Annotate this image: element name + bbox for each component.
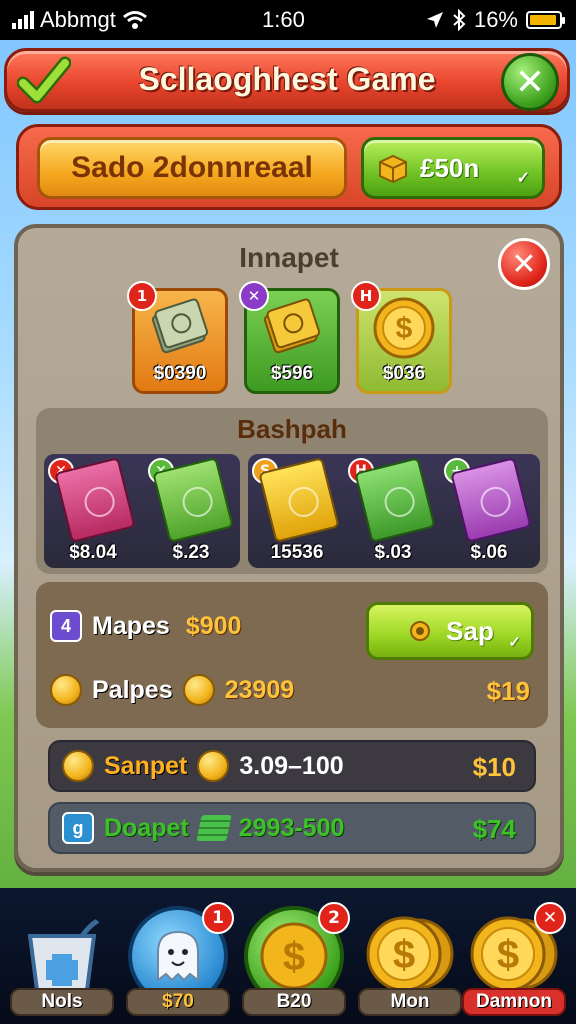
offer-price: $10 — [472, 752, 516, 782]
gear-icon — [410, 621, 431, 641]
game-title: Scllaoghhest Game — [138, 61, 436, 97]
nav-item-diamond[interactable]: $ ✕ Damnon — [458, 898, 570, 1018]
nav-label: Nols — [10, 988, 114, 1016]
cash-stack-icon — [151, 298, 209, 354]
stat-value: 23909 — [224, 675, 295, 704]
item-group: ✕ $8.04 ✕ $.23 — [44, 454, 240, 568]
stats-box: 4 Mapes $900 Sap ✓ Palpes 23909 $19 — [36, 582, 548, 728]
nav-label: Damnon — [462, 988, 566, 1016]
carrier-info: Abbmgt — [12, 7, 148, 33]
panel-close-button[interactable]: ✕ — [498, 238, 550, 290]
offer-row[interactable]: g Doapet 2993-500 $74 — [48, 802, 536, 854]
shop-card[interactable]: ✕ $596 — [239, 281, 340, 394]
nav-item-tools[interactable]: Nols — [6, 898, 118, 1018]
offer-label: Sanpet — [104, 751, 188, 780]
coin-icon — [182, 674, 215, 706]
offer-label: Doapet — [104, 813, 189, 842]
action-button-label: Sap — [446, 615, 494, 646]
stat-label: Mapes — [92, 611, 170, 640]
g-badge: g — [62, 812, 94, 844]
stat-value: $900 — [185, 611, 242, 640]
signal-icon — [12, 11, 34, 29]
cash-stack-icon — [263, 298, 321, 354]
card-badge: H — [351, 281, 381, 311]
cash-icon[interactable] — [54, 457, 136, 543]
wifi-icon — [122, 11, 147, 29]
title-bar: Scllaoghhest Game ✕ — [4, 48, 570, 112]
nav-label: Mon — [358, 988, 462, 1016]
svg-text:$: $ — [497, 933, 519, 977]
cash-icon[interactable] — [152, 457, 234, 543]
cash-icon[interactable] — [258, 457, 340, 543]
close-button[interactable]: ✕ — [501, 53, 559, 111]
svg-text:$: $ — [283, 935, 305, 979]
offer-price: $74 — [472, 814, 516, 844]
count-badge: 4 — [50, 610, 82, 642]
location-icon — [426, 12, 443, 28]
coin-icon — [197, 750, 230, 782]
cash-stack-icon — [195, 815, 232, 841]
clock: 1:60 — [262, 7, 305, 32]
promo-button[interactable]: Sado 2donnreaal — [37, 137, 347, 199]
bundle-section: Bashpah ✕ $8.04 ✕ $.23 S 15536 H $.03 + … — [36, 408, 548, 574]
action-button[interactable]: Sap ✓ — [366, 602, 534, 660]
card-badge: 1 — [127, 281, 157, 311]
shop-card[interactable]: 1 $0390 — [127, 281, 228, 394]
cash-icon[interactable] — [450, 457, 532, 543]
coin-icon — [62, 750, 94, 782]
item-price: $.23 — [172, 542, 210, 563]
nav-label: $70 — [126, 988, 230, 1016]
item-group: S 15536 H $.03 + $.06 — [248, 454, 540, 568]
crate-icon — [379, 154, 407, 184]
svg-text:$: $ — [396, 312, 413, 345]
dollar-coin-icon: $ — [373, 297, 435, 359]
status-bar: Abbmgt 1:60 16% — [0, 0, 576, 40]
close-icon: ✕ — [511, 246, 537, 282]
item-price: $8.04 — [69, 542, 117, 563]
section-title: Bashpah — [237, 414, 347, 444]
stat-row: Palpes 23909 — [50, 674, 294, 706]
offer-value: 2993-500 — [238, 813, 345, 842]
shop-card[interactable]: $ H $036 — [351, 281, 452, 394]
svg-text:$: $ — [393, 933, 415, 977]
stat-label: Palpes — [92, 675, 173, 704]
card-badge: ✕ — [239, 281, 269, 311]
nav-label: B20 — [242, 988, 346, 1016]
bluetooth-icon — [453, 9, 466, 31]
stat-price: $19 — [486, 676, 530, 706]
bottom-nav: Nols 1 $70 $ 2 B20 $ Mon $ ✕ Damnon — [0, 888, 576, 1024]
card-price: $036 — [382, 363, 426, 384]
close-icon: ✕ — [514, 61, 546, 103]
coin-icon — [50, 674, 82, 706]
offer-row[interactable]: Sanpet 3.09–100 $10 — [48, 740, 536, 792]
cash-icon[interactable] — [354, 457, 436, 543]
carrier-name: Abbmgt — [40, 7, 116, 32]
shop-panel: Innapet ✕ 1 $0390 ✕ $596 $ H $036 Bashpa… — [14, 224, 564, 872]
nav-item-character[interactable]: 1 $70 — [122, 898, 234, 1018]
panel-title: Innapet — [239, 242, 339, 273]
offer-value: 3.09–100 — [239, 751, 344, 780]
nav-item-money[interactable]: $ Mon — [354, 898, 466, 1018]
item-price: $.03 — [374, 542, 412, 563]
nav-item-coins[interactable]: $ 2 B20 — [238, 898, 350, 1018]
card-price: $596 — [270, 363, 314, 384]
close-icon[interactable]: ✕ — [534, 902, 566, 934]
battery-icon — [526, 11, 565, 29]
item-price: $.06 — [470, 542, 508, 563]
item-price: 15536 — [270, 542, 324, 563]
currency-amount: £50n — [420, 152, 480, 183]
currency-button[interactable]: £50n ✓ — [361, 137, 545, 199]
notification-badge: 1 — [202, 902, 234, 934]
card-price: $0390 — [153, 363, 207, 384]
check-icon: ✓ — [508, 634, 521, 651]
notification-badge: 2 — [318, 902, 350, 934]
check-icon: ✓ — [516, 170, 530, 187]
stat-row: 4 Mapes $900 — [50, 610, 241, 642]
banner-row: Sado 2donnreaal £50n ✓ — [16, 124, 562, 210]
battery-percent: 16% — [473, 7, 518, 32]
